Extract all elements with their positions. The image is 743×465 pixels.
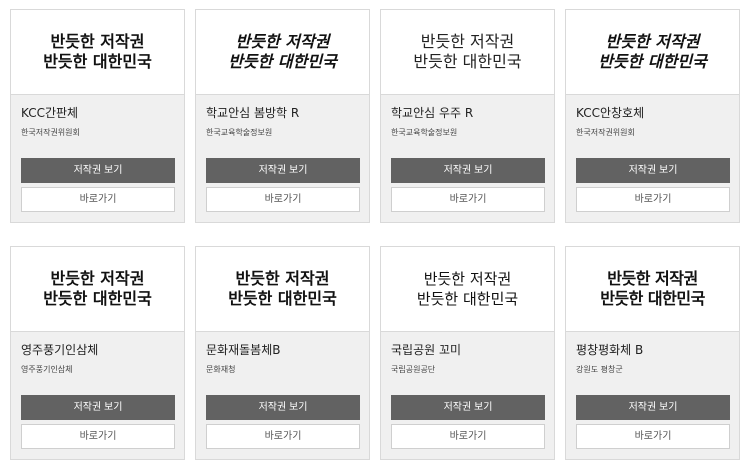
font-preview: 반듯한 저작권 반듯한 대한민국 xyxy=(11,10,184,95)
preview-line-2: 반듯한 대한민국 xyxy=(413,52,522,71)
go-link-button[interactable]: 바로가기 xyxy=(21,424,175,449)
view-copyright-button[interactable]: 저작권 보기 xyxy=(206,395,360,420)
preview-line-2: 반듯한 대한민국 xyxy=(598,52,707,71)
preview-line-2: 반듯한 대한민국 xyxy=(600,289,705,308)
font-card: 반듯한 저작권 반듯한 대한민국 평창평화체 B 강원도 평창군 저작권 보기 … xyxy=(565,246,740,460)
font-preview: 반듯한 저작권 반듯한 대한민국 xyxy=(381,10,554,95)
view-copyright-button[interactable]: 저작권 보기 xyxy=(21,158,175,183)
go-link-button[interactable]: 바로가기 xyxy=(206,424,360,449)
preview-line-1: 반듯한 저작권 xyxy=(50,269,145,288)
preview-line-1: 반듯한 저작권 xyxy=(50,32,145,51)
font-name: 국립공원 꼬미 xyxy=(391,343,462,357)
view-copyright-button[interactable]: 저작권 보기 xyxy=(206,158,360,183)
font-publisher: 한국교육학술정보원 xyxy=(391,128,458,137)
font-name: KCC간판체 xyxy=(21,106,79,120)
font-name: KCC안창호체 xyxy=(576,106,645,120)
font-publisher: 문화재청 xyxy=(206,365,236,374)
preview-line-1: 반듯한 저작권 xyxy=(235,32,330,51)
font-card: 반듯한 저작권 반듯한 대한민국 KCC간판체 한국저작권위원회 저작권 보기 … xyxy=(10,9,185,223)
font-card: 반듯한 저작권 반듯한 대한민국 학교안심 우주 R 한국교육학술정보원 저작권… xyxy=(380,9,555,223)
font-preview: 반듯한 저작권 반듯한 대한민국 xyxy=(196,10,369,95)
view-copyright-button[interactable]: 저작권 보기 xyxy=(391,395,545,420)
font-preview: 반듯한 저작권 반듯한 대한민국 xyxy=(566,10,739,95)
font-publisher: 강원도 평창군 xyxy=(576,365,623,374)
font-publisher: 한국교육학술정보원 xyxy=(206,128,273,137)
go-link-button[interactable]: 바로가기 xyxy=(576,424,730,449)
go-link-button[interactable]: 바로가기 xyxy=(21,187,175,212)
font-card: 반듯한 저작권 반듯한 대한민국 문화재돌봄체B 문화재청 저작권 보기 바로가… xyxy=(195,246,370,460)
preview-line-2: 반듯한 대한민국 xyxy=(228,289,337,308)
font-preview: 반듯한 저작권 반듯한 대한민국 xyxy=(566,247,739,332)
font-name: 학교안심 봄방학 R xyxy=(206,106,300,120)
preview-line-1: 반듯한 저작권 xyxy=(235,269,330,288)
font-card: 반듯한 저작권 반듯한 대한민국 학교안심 봄방학 R 한국교육학술정보원 저작… xyxy=(195,9,370,223)
preview-line-2: 반듯한 대한민국 xyxy=(416,290,519,308)
preview-line-1: 반듯한 저작권 xyxy=(605,32,700,51)
font-card: 반듯한 저작권 반듯한 대한민국 KCC안창호체 한국저작권위원회 저작권 보기… xyxy=(565,9,740,223)
font-preview: 반듯한 저작권 반듯한 대한민국 xyxy=(381,247,554,332)
go-link-button[interactable]: 바로가기 xyxy=(391,187,545,212)
preview-line-1: 반듯한 저작권 xyxy=(607,269,698,288)
font-name: 문화재돌봄체B xyxy=(206,343,281,357)
font-publisher: 한국저작권위원회 xyxy=(21,128,80,137)
preview-line-2: 반듯한 대한민국 xyxy=(43,52,152,71)
font-card: 반듯한 저작권 반듯한 대한민국 영주풍기인삼체 영주풍기인삼체 저작권 보기 … xyxy=(10,246,185,460)
font-publisher: 한국저작권위원회 xyxy=(576,128,635,137)
view-copyright-button[interactable]: 저작권 보기 xyxy=(391,158,545,183)
font-preview: 반듯한 저작권 반듯한 대한민국 xyxy=(11,247,184,332)
font-preview: 반듯한 저작권 반듯한 대한민국 xyxy=(196,247,369,332)
font-name: 영주풍기인삼체 xyxy=(21,343,99,357)
view-copyright-button[interactable]: 저작권 보기 xyxy=(576,395,730,420)
preview-line-1: 반듯한 저작권 xyxy=(420,32,515,51)
font-publisher: 영주풍기인삼체 xyxy=(21,365,73,374)
font-card: 반듯한 저작권 반듯한 대한민국 국립공원 꼬미 국립공원공단 저작권 보기 바… xyxy=(380,246,555,460)
font-name: 평창평화체 B xyxy=(576,343,644,357)
go-link-button[interactable]: 바로가기 xyxy=(576,187,730,212)
font-name: 학교안심 우주 R xyxy=(391,106,474,120)
preview-line-1: 반듯한 저작권 xyxy=(423,270,512,288)
view-copyright-button[interactable]: 저작권 보기 xyxy=(21,395,175,420)
preview-line-2: 반듯한 대한민국 xyxy=(228,52,337,71)
view-copyright-button[interactable]: 저작권 보기 xyxy=(576,158,730,183)
go-link-button[interactable]: 바로가기 xyxy=(206,187,360,212)
preview-line-2: 반듯한 대한민국 xyxy=(43,289,152,308)
font-publisher: 국립공원공단 xyxy=(391,365,436,374)
go-link-button[interactable]: 바로가기 xyxy=(391,424,545,449)
